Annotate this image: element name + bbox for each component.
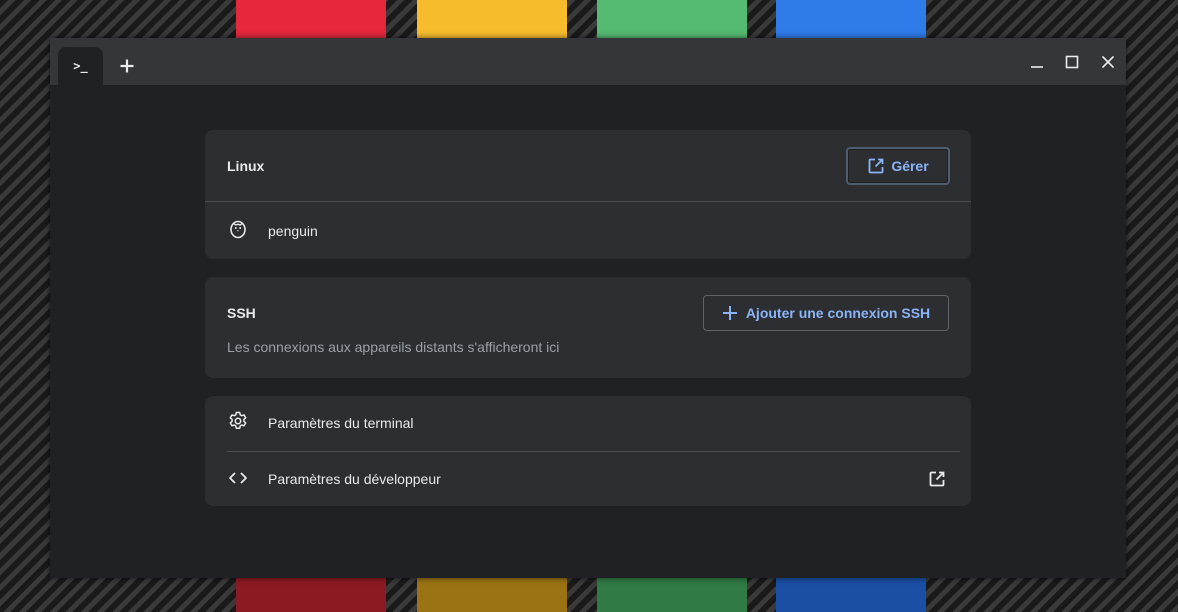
linux-card: Linux Gérer penguin	[205, 130, 971, 259]
tab-terminal-home[interactable]: >_	[58, 47, 103, 85]
maximize-icon	[1065, 55, 1079, 69]
gear-icon	[228, 411, 248, 431]
settings-card: Paramètres du terminal Paramètres du dév…	[205, 396, 971, 506]
terminal-icon: >_	[73, 59, 88, 73]
linux-divider	[205, 201, 971, 202]
code-icon	[228, 468, 248, 488]
linux-title: Linux	[227, 158, 265, 174]
title-bar[interactable]: >_	[50, 38, 1126, 85]
minimize-button[interactable]	[1027, 52, 1047, 72]
terminal-window: >_ Linux Gérer penguin SSH Ajouter une c…	[50, 38, 1126, 578]
close-icon	[1101, 55, 1115, 69]
wallpaper-stripe-red	[236, 0, 386, 40]
wallpaper-stripe-yellow	[417, 0, 567, 40]
plus-icon	[120, 59, 134, 73]
wallpaper-stripe-yellow-bottom	[417, 578, 567, 612]
wallpaper-stripe-green	[597, 0, 747, 40]
developer-settings-label: Paramètres du développeur	[268, 471, 441, 487]
close-button[interactable]	[1098, 52, 1118, 72]
ssh-empty-message: Les connexions aux appareils distants s'…	[227, 339, 560, 355]
new-tab-button[interactable]	[116, 55, 138, 77]
add-ssh-label: Ajouter une connexion SSH	[745, 305, 931, 321]
manage-label: Gérer	[891, 158, 929, 174]
wallpaper-stripe-green-bottom	[597, 578, 747, 612]
wallpaper-stripe-blue-bottom	[776, 578, 926, 612]
terminal-settings-label: Paramètres du terminal	[268, 415, 414, 431]
open-external-icon	[868, 158, 884, 174]
settings-divider	[227, 451, 960, 452]
penguin-icon	[228, 219, 248, 239]
maximize-button[interactable]	[1062, 52, 1082, 72]
ssh-card: SSH Ajouter une connexion SSH Les connex…	[205, 277, 971, 378]
open-external-icon[interactable]	[928, 470, 946, 488]
minimize-icon	[1031, 66, 1043, 68]
wallpaper-stripe-red-bottom	[236, 578, 386, 612]
plus-icon	[722, 306, 737, 320]
add-ssh-connection-button[interactable]: Ajouter une connexion SSH	[703, 295, 949, 331]
container-name: penguin	[268, 223, 318, 239]
wallpaper-stripe-blue	[776, 0, 926, 40]
ssh-title: SSH	[227, 305, 256, 321]
manage-button[interactable]: Gérer	[846, 147, 950, 185]
